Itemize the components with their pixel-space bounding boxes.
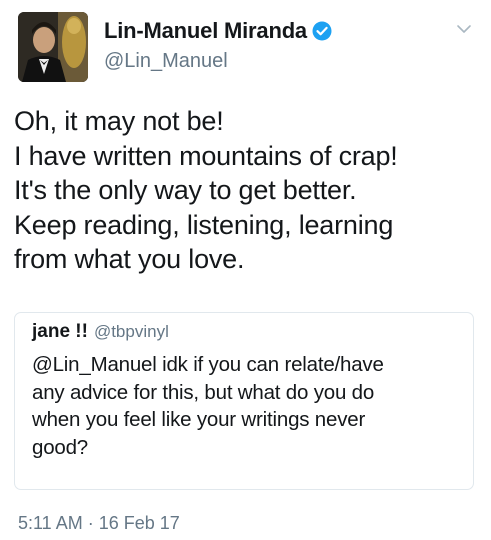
- quoted-display-name: jane !!: [32, 321, 88, 342]
- chevron-down-icon[interactable]: [455, 22, 473, 34]
- tweet-card: Lin-Manuel Miranda @Lin_Manuel Oh, it ma…: [0, 0, 491, 540]
- quoted-handle: @tbpvinyl: [93, 322, 169, 341]
- author-names: Lin-Manuel Miranda @Lin_Manuel: [104, 16, 332, 73]
- quoted-tweet[interactable]: jane !! @tbpvinyl @Lin_Manuel idk if you…: [14, 312, 474, 490]
- quoted-tweet-header: jane !! @tbpvinyl: [32, 321, 459, 349]
- author-handle[interactable]: @Lin_Manuel: [104, 50, 332, 73]
- tweet-text: Oh, it may not be! I have written mounta…: [14, 106, 398, 274]
- tweet-timestamp[interactable]: 5:11 AM · 16 Feb 17: [18, 513, 180, 534]
- avatar-image: [18, 12, 88, 82]
- tweet-header: Lin-Manuel Miranda @Lin_Manuel: [18, 12, 473, 82]
- author-display-name[interactable]: Lin-Manuel Miranda: [104, 18, 307, 44]
- verified-badge-icon: [312, 21, 332, 41]
- avatar[interactable]: [18, 12, 88, 82]
- display-name-row: Lin-Manuel Miranda: [104, 16, 332, 46]
- quoted-tweet-text: @Lin_Manuel idk if you can relate/have a…: [32, 353, 384, 459]
